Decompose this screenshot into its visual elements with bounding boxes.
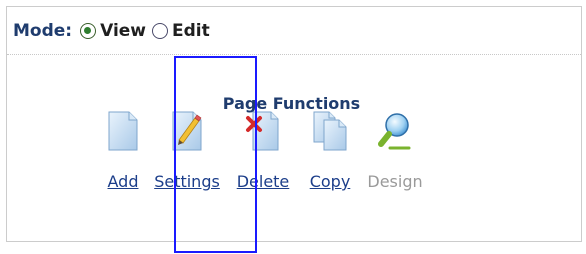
design-button: Design xyxy=(363,110,427,191)
mode-edit-label: Edit xyxy=(172,20,210,41)
add-page-button[interactable]: Add xyxy=(106,110,140,191)
radio-checked-icon xyxy=(80,22,97,39)
page-icon xyxy=(108,111,138,151)
mode-view-radio[interactable]: View xyxy=(80,21,146,41)
copy-label: Copy xyxy=(309,172,351,191)
design-label: Design xyxy=(367,172,423,191)
page-delete-icon xyxy=(246,111,279,151)
settings-button[interactable]: Settings xyxy=(147,110,227,191)
page-pencil-icon xyxy=(172,111,202,151)
magnifier-icon xyxy=(378,113,411,150)
delete-label: Delete xyxy=(236,172,290,191)
mode-view-label: View xyxy=(100,20,147,41)
radio-unchecked-icon xyxy=(152,22,169,39)
mode-bar: Mode: View Edit xyxy=(7,7,581,55)
delete-page-button[interactable]: Delete xyxy=(231,110,295,191)
mode-label: Mode: xyxy=(13,20,73,41)
mode-edit-radio[interactable]: Edit xyxy=(152,21,210,41)
copy-page-button[interactable]: Copy xyxy=(303,110,357,191)
page-functions-toolbar: Add Settings Delete Copy Design xyxy=(100,110,427,191)
add-label: Add xyxy=(107,172,139,191)
settings-label: Settings xyxy=(154,172,220,191)
copy-pages-icon xyxy=(313,111,347,151)
